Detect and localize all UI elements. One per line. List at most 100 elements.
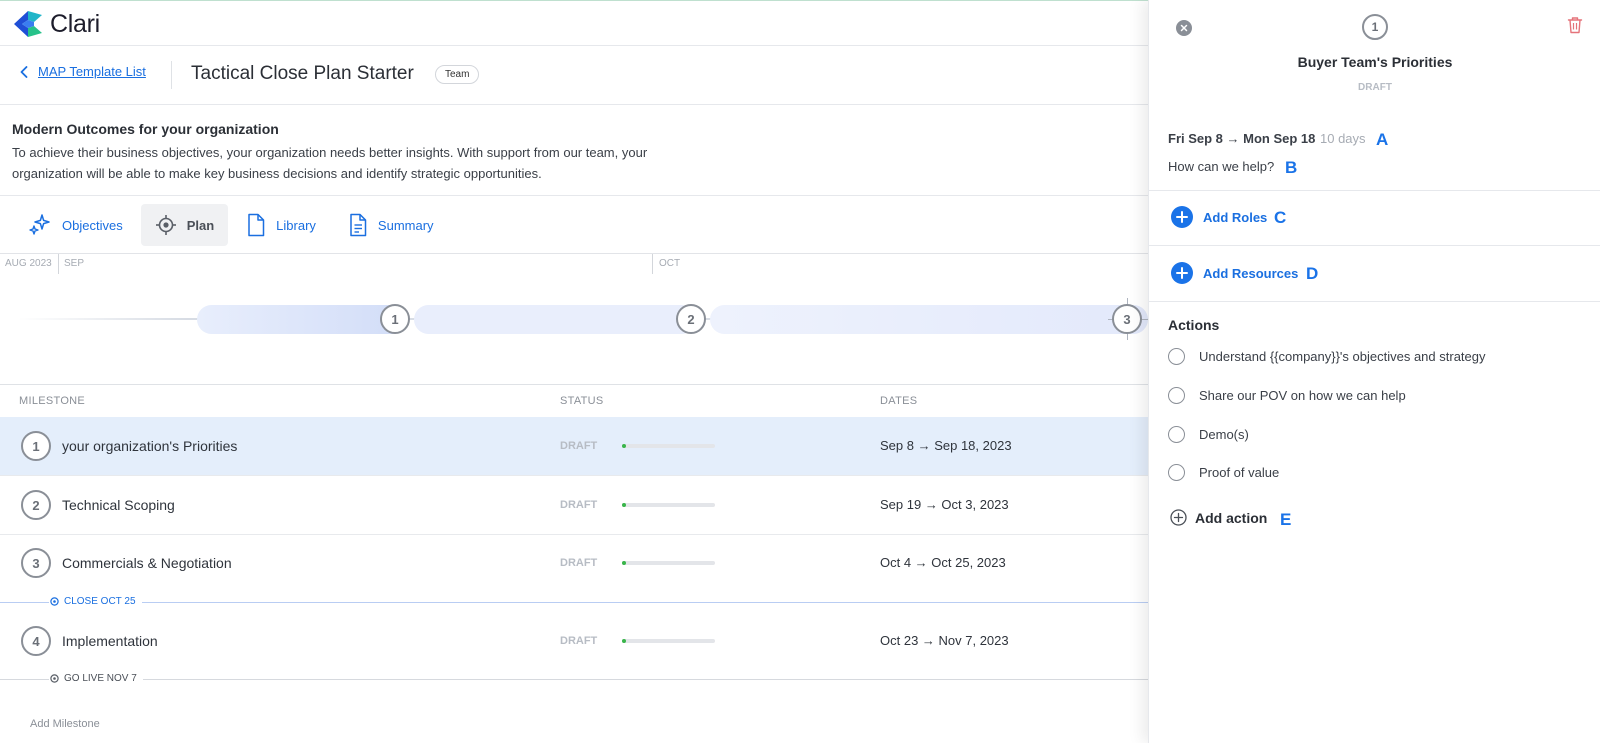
table-row[interactable]: 1 your organization's Priorities DRAFT S… xyxy=(0,417,1148,475)
tab-summary[interactable]: Summary xyxy=(334,204,448,246)
timeline-node-3[interactable]: 3 xyxy=(1112,304,1142,334)
milestone-dates: Sep 19 → Oct 3, 2023 xyxy=(880,497,1009,512)
action-item[interactable]: Understand {{company}}'s objectives and … xyxy=(1168,348,1486,365)
status-badge: DRAFT xyxy=(560,440,598,452)
milestone-number: 4 xyxy=(21,626,51,656)
divider xyxy=(1149,190,1600,191)
target-icon xyxy=(155,215,176,235)
timeline-band-2[interactable] xyxy=(414,305,696,334)
back-link[interactable]: MAP Template List xyxy=(20,64,146,79)
month-label: OCT xyxy=(659,258,681,269)
action-checkbox[interactable] xyxy=(1168,464,1185,481)
action-checkbox[interactable] xyxy=(1168,426,1185,443)
status-badge: DRAFT xyxy=(560,499,598,511)
table-row[interactable]: 4 Implementation DRAFT Oct 23 → Nov 7, 2… xyxy=(0,612,1148,670)
progress-fill xyxy=(622,561,626,565)
divider xyxy=(0,384,1148,385)
progress-fill xyxy=(622,503,626,507)
divider xyxy=(1149,245,1600,246)
tab-objectives[interactable]: Objectives xyxy=(14,204,137,246)
column-header-status: STATUS xyxy=(560,395,604,407)
add-action-label: Add action xyxy=(1195,509,1268,526)
plus-icon xyxy=(1171,262,1193,284)
action-item[interactable]: Demo(s) xyxy=(1168,426,1249,443)
trash-icon xyxy=(1567,17,1583,34)
tab-label: Library xyxy=(276,217,316,233)
panel-help-text[interactable]: How can we help? xyxy=(1168,159,1274,174)
add-milestone-button[interactable]: Add Milestone xyxy=(30,718,100,730)
brand-logo[interactable]: Clari xyxy=(12,6,100,42)
milestone-dates: Sep 8 → Sep 18, 2023 xyxy=(880,438,1012,453)
timeline-node-2[interactable]: 2 xyxy=(676,304,706,334)
target-icon xyxy=(50,597,59,606)
action-checkbox[interactable] xyxy=(1168,387,1185,404)
timeline-band-3[interactable] xyxy=(710,305,1148,334)
annotation-letter-a: A xyxy=(1376,130,1389,149)
tab-label: Objectives xyxy=(62,217,123,233)
target-icon xyxy=(50,674,59,683)
month-tick xyxy=(652,254,653,274)
divider xyxy=(0,253,1148,254)
summary-document-icon xyxy=(350,213,367,237)
annotation-letter-d: D xyxy=(1306,264,1319,283)
map-template-list-link[interactable]: MAP Template List xyxy=(38,64,146,79)
tab-library[interactable]: Library xyxy=(232,204,330,246)
description-title: Modern Outcomes for your organization xyxy=(12,121,279,137)
month-label: AUG 2023 xyxy=(5,258,52,269)
progress-bar xyxy=(622,503,715,507)
action-item[interactable]: Proof of value xyxy=(1168,464,1279,481)
milestone-number: 1 xyxy=(21,431,51,461)
delete-milestone-button[interactable] xyxy=(1567,16,1583,39)
milestone-number: 3 xyxy=(21,548,51,578)
timeline-node-1[interactable]: 1 xyxy=(380,304,410,334)
header-divider xyxy=(0,45,1148,46)
column-header-milestone: MILESTONE xyxy=(19,395,86,407)
plus-circle-icon xyxy=(1170,509,1187,526)
panel-dates[interactable]: Fri Sep 8 → Mon Sep 18 xyxy=(1168,131,1315,146)
annotation-letter-c: C xyxy=(1274,208,1287,227)
add-roles-button[interactable]: Add Roles xyxy=(1171,206,1267,228)
plan-tabs: Objectives Plan Library Summary xyxy=(14,204,448,246)
progress-fill xyxy=(622,639,626,643)
progress-bar xyxy=(622,639,715,643)
brand-name: Clari xyxy=(50,9,100,38)
page-title: Tactical Close Plan Starter xyxy=(191,63,414,84)
timeline-band-1[interactable] xyxy=(197,305,407,334)
close-panel-button[interactable] xyxy=(1176,20,1192,36)
divider xyxy=(1149,301,1600,302)
table-row[interactable]: 3 Commercials & Negotiation DRAFT Oct 4 … xyxy=(0,534,1148,592)
action-label: Demo(s) xyxy=(1199,427,1249,442)
action-item[interactable]: Share our POV on how we can help xyxy=(1168,387,1406,404)
close-date-line xyxy=(0,602,1148,603)
action-label: Share our POV on how we can help xyxy=(1199,388,1406,403)
add-action-button[interactable]: Add action xyxy=(1170,509,1267,526)
panel-title[interactable]: Buyer Team's Priorities xyxy=(1149,54,1600,70)
tab-plan[interactable]: Plan xyxy=(140,204,229,246)
progress-bar xyxy=(622,444,715,448)
panel-duration: 10 days xyxy=(1320,131,1366,146)
annotation-letter-b: B xyxy=(1285,158,1298,177)
milestone-detail-panel: 1 Buyer Team's Priorities DRAFT Fri Sep … xyxy=(1148,0,1600,743)
chevron-left-icon xyxy=(20,65,28,78)
add-resources-button[interactable]: Add Resources xyxy=(1171,262,1298,284)
description-body: To achieve their business objectives, yo… xyxy=(12,145,648,181)
document-icon xyxy=(248,213,265,237)
title-separator xyxy=(171,61,172,89)
action-label: Proof of value xyxy=(1199,465,1280,480)
milestone-dates: Oct 4 → Oct 25, 2023 xyxy=(880,555,1006,570)
actions-heading: Actions xyxy=(1168,317,1220,333)
tab-label: Summary xyxy=(377,217,434,233)
go-live-marker: GO LIVE NOV 7 xyxy=(49,673,143,684)
milestone-name: Technical Scoping xyxy=(62,497,175,513)
milestone-dates: Oct 23 → Nov 7, 2023 xyxy=(880,633,1009,648)
close-icon xyxy=(1180,24,1188,32)
close-date-marker: CLOSE OCT 25 xyxy=(49,596,142,607)
sparkle-icon xyxy=(29,214,50,235)
table-row[interactable]: 2 Technical Scoping DRAFT Sep 19 → Oct 3… xyxy=(0,476,1148,534)
status-badge: DRAFT xyxy=(560,635,598,647)
column-header-dates: DATES xyxy=(880,395,918,407)
go-live-label: GO LIVE NOV 7 xyxy=(64,673,137,684)
close-date-label: CLOSE OCT 25 xyxy=(64,596,136,607)
tab-label: Plan xyxy=(186,217,215,233)
action-checkbox[interactable] xyxy=(1168,348,1185,365)
